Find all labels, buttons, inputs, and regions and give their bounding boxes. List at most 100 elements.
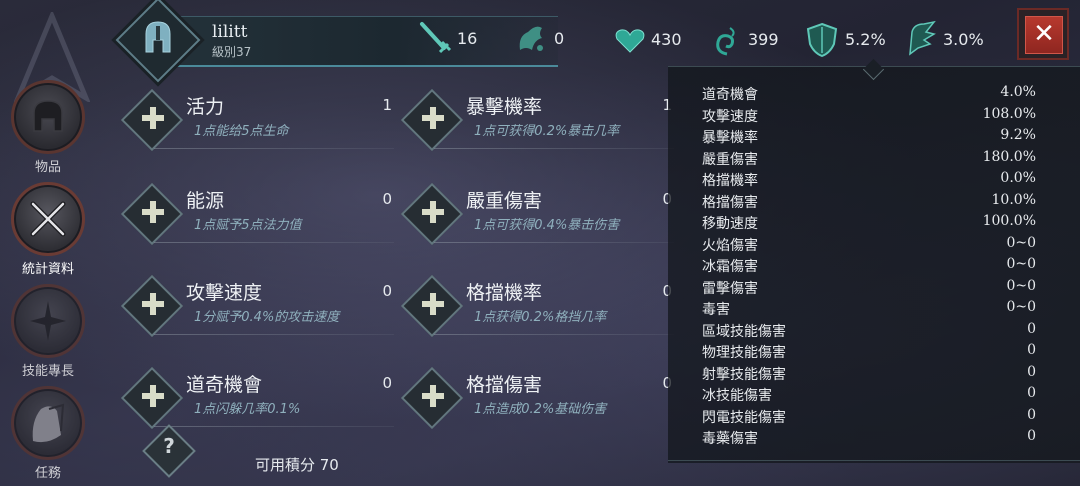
panel-bottom-border — [668, 460, 1080, 461]
wing-icon — [909, 20, 936, 56]
plus-icon — [142, 385, 164, 407]
plus-icon — [422, 201, 444, 223]
stat-label: 嚴重傷害 — [702, 151, 758, 168]
attribute-description: 1分赋予0.4%的攻击速度 — [194, 310, 340, 325]
stat-label: 攻擊速度 — [702, 108, 758, 125]
sword-icon — [420, 22, 452, 54]
stat-row: 火焰傷害 0~0 — [702, 235, 1036, 256]
attribute-attack-speed: 攻擊速度 0 1分赋予0.4%的攻击速度 — [120, 274, 394, 348]
nav-item-quests[interactable]: 任務 — [8, 386, 88, 481]
helmet-icon — [11, 80, 85, 154]
stat-row: 嚴重傷害 180.0% — [702, 149, 1036, 170]
stat-row: 冰技能傷害 0 — [702, 385, 1036, 406]
attribute-name: 活力 — [186, 96, 225, 118]
attribute-description: 1点获得0.2%格挡几率 — [474, 310, 607, 325]
attribute-name: 能源 — [186, 190, 225, 212]
stat-value: 108.0% — [982, 105, 1036, 122]
attribute-description: 1点可获得0.2%暴击几率 — [474, 124, 620, 139]
attribute-name: 嚴重傷害 — [466, 190, 543, 212]
stat-value: 180.0% — [982, 148, 1036, 165]
attribute-block-chance: 格擋機率 0 1点获得0.2%格挡几率 — [400, 274, 674, 348]
spartan-helmet-icon — [145, 21, 171, 53]
divider — [154, 334, 394, 335]
stat-row: 格擋傷害 10.0% — [702, 192, 1036, 213]
player-name: lilitt — [212, 22, 248, 42]
stat-label: 物理技能傷害 — [702, 345, 786, 361]
stat-value: 100.0% — [982, 213, 1036, 229]
mana-value: 399 — [748, 30, 779, 49]
stat-row: 雷擊傷害 0~0 — [702, 278, 1036, 299]
stat-row: 區域技能傷害 0 — [702, 321, 1036, 342]
crossed-swords-icon — [11, 182, 85, 256]
stat-label: 道奇機會 — [702, 87, 758, 103]
attribute-value: 0 — [382, 190, 392, 208]
nav-label: 統計資料 — [21, 262, 74, 277]
wing-stat-value: 3.0% — [943, 30, 984, 49]
shield-stat-value: 5.2% — [845, 30, 886, 49]
stat-row: 道奇機會 4.0% — [702, 84, 1036, 105]
attribute-description: 1点造成0.2%基础伤害 — [474, 402, 607, 417]
stat-row: 射擊技能傷害 0 — [702, 364, 1036, 385]
stat-label: 移動速度 — [702, 216, 758, 232]
attribute-value: 0 — [382, 374, 392, 392]
attribute-name: 格擋傷害 — [466, 374, 543, 396]
stat-label: 區域技能傷害 — [702, 323, 786, 340]
attribute-description: 1点闪躲几率0.1% — [194, 402, 301, 417]
nav-label: 技能專長 — [21, 364, 74, 379]
plus-icon — [142, 201, 164, 223]
attribute-name: 攻擊速度 — [186, 282, 263, 304]
stat-label: 射擊技能傷害 — [702, 366, 786, 383]
attribute-crit-chance: 暴擊機率 1 1点可获得0.2%暴击几率 — [400, 88, 674, 162]
stat-value: 0 — [1027, 428, 1036, 444]
attribute-value: 0 — [382, 282, 392, 300]
stat-label: 冰霜傷害 — [702, 259, 758, 275]
stat-value: 0 — [1027, 406, 1036, 423]
attribute-name: 暴擊機率 — [466, 96, 543, 118]
stat-row: 移動速度 100.0% — [702, 213, 1036, 234]
stat-row: 格擋機率 0.0% — [702, 170, 1036, 191]
nav-item-skills[interactable]: 技能專長 — [8, 284, 88, 379]
shield-icon — [806, 22, 838, 58]
nav-item-stats[interactable]: 統計資料 — [8, 182, 88, 277]
player-header-bar — [148, 16, 558, 67]
stat-row: 冰霜傷害 0~0 — [702, 256, 1036, 277]
divider — [434, 242, 674, 243]
attribute-description: 1点能给5点生命 — [194, 124, 289, 139]
attribute-vitality: 活力 1 1点能给5点生命 — [120, 88, 394, 162]
stat-label: 毒害 — [702, 302, 730, 318]
stat-label: 格擋傷害 — [702, 194, 758, 211]
stat-label: 冰技能傷害 — [702, 388, 772, 404]
stat-value: 0~0 — [1006, 234, 1036, 251]
stat-row: 攻擊速度 108.0% — [702, 106, 1036, 127]
heart-icon — [615, 29, 645, 53]
player-level: 級別37 — [212, 45, 252, 59]
attribute-critical-damage: 嚴重傷害 0 1点可获得0.4%暴击伤害 — [400, 182, 674, 256]
stat-value: 10.0% — [991, 191, 1036, 208]
stat-row: 閃電技能傷害 0 — [702, 407, 1036, 428]
stat-value: 0 — [1027, 363, 1036, 380]
attribute-name: 道奇機會 — [186, 374, 263, 396]
stat-value: 0 — [1027, 342, 1036, 358]
nav-label: 任務 — [34, 466, 61, 481]
splash-icon — [519, 26, 543, 51]
quest-scroll-icon — [11, 386, 85, 460]
attribute-name: 格擋機率 — [466, 282, 543, 304]
stat-label: 雷擊傷害 — [702, 280, 758, 297]
attribute-description: 1点赋予5点法力值 — [194, 218, 302, 233]
nav-item-inventory[interactable]: 物品 — [8, 80, 88, 175]
divider — [154, 242, 394, 243]
stat-label: 格擋機率 — [702, 173, 758, 189]
plus-icon — [142, 293, 164, 315]
available-points: 可用積分 70 — [255, 456, 339, 474]
resource-a-value: 16 — [457, 29, 478, 48]
attribute-description: 1点可获得0.4%暴击伤害 — [474, 218, 620, 233]
question-mark-icon: ? — [163, 434, 175, 458]
plus-icon — [142, 107, 164, 129]
close-button[interactable]: ✕ — [1017, 8, 1069, 60]
divider — [154, 426, 394, 427]
mana-swirl-icon — [716, 27, 735, 56]
attribute-block-damage: 格擋傷害 0 1点造成0.2%基础伤害 — [400, 366, 674, 440]
stat-label: 火焰傷害 — [702, 237, 758, 254]
stat-row: 物理技能傷害 0 — [702, 342, 1036, 363]
attribute-energy: 能源 0 1点赋予5点法力值 — [120, 182, 394, 256]
